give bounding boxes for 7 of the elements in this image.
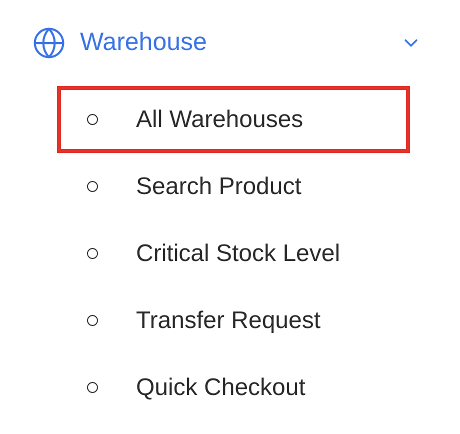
menu-item[interactable]: All Warehouses xyxy=(57,86,410,153)
menu-header[interactable]: Warehouse xyxy=(0,0,460,86)
globe-icon xyxy=(32,26,66,60)
menu-item[interactable]: Quick Checkout xyxy=(57,354,410,421)
menu-item[interactable]: Search Product xyxy=(57,153,410,220)
menu-item[interactable]: Transfer Request xyxy=(57,287,410,354)
menu-item[interactable]: Critical Stock Level xyxy=(57,220,410,287)
